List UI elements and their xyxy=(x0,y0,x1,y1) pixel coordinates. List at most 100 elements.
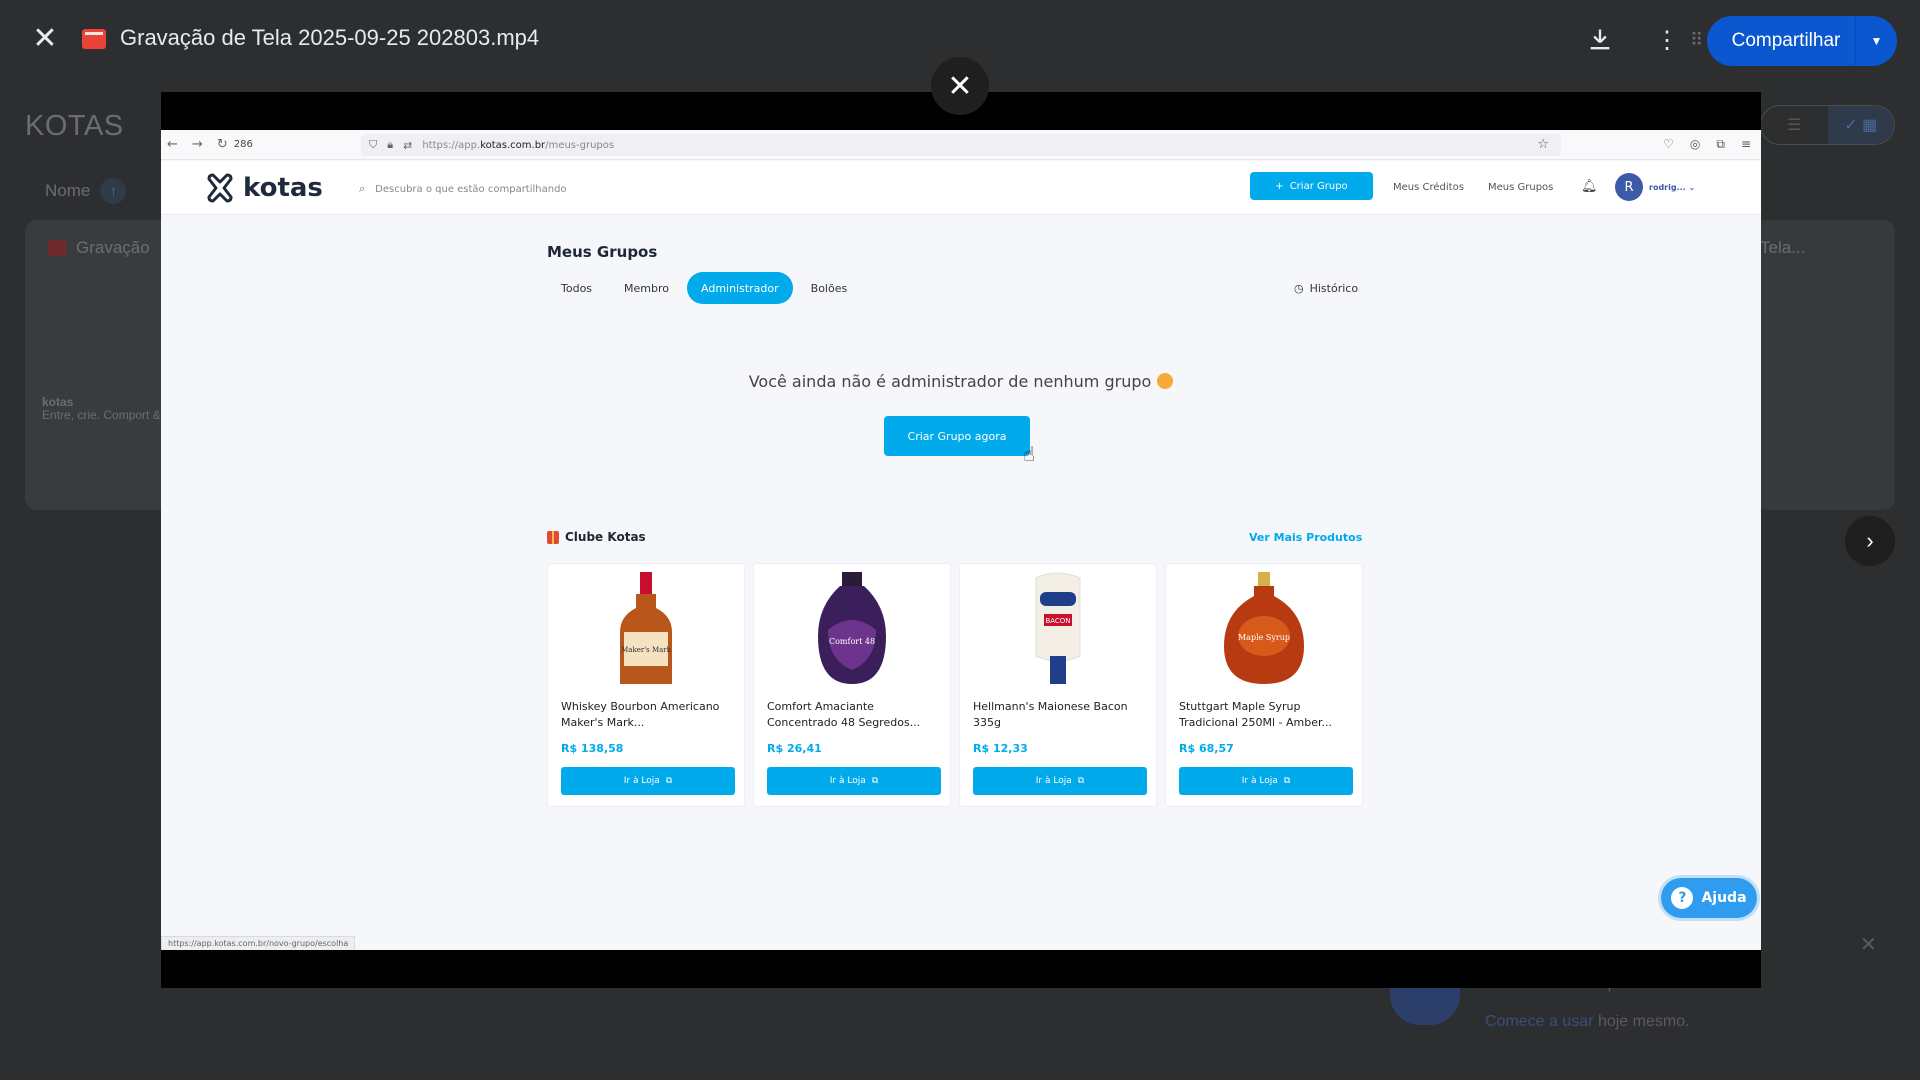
kotas-logo-icon xyxy=(207,173,233,203)
product-card: Maker's Mark Whiskey Bourbon Americano M… xyxy=(547,563,745,807)
video-player[interactable]: ← → ↻ 286 ⛉ 🔒︎ ⇄ https://app.kotas.com.b… xyxy=(161,92,1761,988)
kotas-search: ⌕ Descubra o que estão compartilhando xyxy=(359,182,567,196)
tab-boloes: Bolões xyxy=(810,281,848,295)
empty-state-text: Você ainda não é administrador de nenhum… xyxy=(748,372,1152,391)
shield-icon: ⛉ xyxy=(369,138,378,151)
plus-icon: + xyxy=(1275,180,1284,192)
nav-my-groups: Meus Grupos xyxy=(1488,182,1554,193)
back-icon: ← xyxy=(167,137,178,152)
apps-icon[interactable]: ⠿ xyxy=(1690,30,1704,50)
product-price: R$ 138,58 xyxy=(561,742,624,755)
url-prefix: https://app. xyxy=(422,139,481,151)
close-viewer-icon[interactable]: ✕ xyxy=(30,24,60,54)
empty-state-message: Você ainda não é administrador de nenhum… xyxy=(161,372,1761,391)
download-icon[interactable] xyxy=(1586,26,1614,54)
help-label: Ajuda xyxy=(1701,890,1747,906)
address-bar: ⛉ 🔒︎ ⇄ https://app.kotas.com.br/meus-gru… xyxy=(361,134,1561,156)
more-options-icon[interactable]: ⋮ xyxy=(1655,26,1679,55)
product-image-text: Maple Syrup xyxy=(1238,633,1290,642)
more-products-link: Ver Mais Produtos xyxy=(1249,531,1363,544)
create-group-label: Criar Grupo xyxy=(1289,180,1348,192)
lock-icon: 🔒︎ xyxy=(387,138,394,151)
account-icon: ◎ xyxy=(1689,137,1701,151)
tab-membro: Membro xyxy=(624,281,669,295)
chevron-down-icon[interactable]: ▼ xyxy=(1855,16,1897,66)
tab-administrador: Administrador xyxy=(687,272,793,304)
product-price: R$ 68,57 xyxy=(1179,742,1234,755)
search-placeholder: Descubra o que estão compartilhando xyxy=(375,183,567,195)
reload-icon: ↻ xyxy=(216,137,228,152)
list-view-icon: ☰ xyxy=(1787,117,1802,134)
browser-extensions: ♡ ◎ ⧉ ≡ xyxy=(1663,137,1751,152)
sort-label: Nome xyxy=(45,181,91,200)
product-price: R$ 26,41 xyxy=(767,742,822,755)
status-bar-url: https://app.kotas.com.br/novo-grupo/esco… xyxy=(161,936,356,950)
help-button: ? Ajuda xyxy=(1661,878,1757,918)
url-text: https://app.kotas.com.br/meus-grupos xyxy=(422,140,614,151)
user-menu: rodrig... ⌄ xyxy=(1649,183,1695,192)
video-file-icon xyxy=(82,29,106,49)
product-card: Comfort 48 Comfort Amaciante Concentrado… xyxy=(753,563,951,807)
view-toggle: ☰ ✓ ▦ xyxy=(1760,105,1895,145)
share-button[interactable]: Compartilhar ▼ xyxy=(1707,16,1897,66)
close-preview-icon[interactable]: ✕ xyxy=(931,57,989,115)
avatar: R xyxy=(1615,173,1643,201)
external-link-icon: ⧉ xyxy=(1077,776,1085,786)
product-image-text: BACON xyxy=(1045,617,1070,625)
product-card: Maple Syrup Stuttgart Maple Syrup Tradic… xyxy=(1165,563,1363,807)
go-to-store-button: Ir à Loja ⧉ xyxy=(561,767,735,795)
history-icon: ◷ xyxy=(1294,282,1304,295)
extensions-icon: ⧉ xyxy=(1716,137,1725,151)
pocket-icon: ♡ xyxy=(1663,137,1674,151)
browser-nav: ← → ↻ xyxy=(161,137,228,152)
pointer-cursor-icon: ☝ xyxy=(1023,442,1036,466)
product-card: BACON Hellmann's Maionese Bacon 335g R$ … xyxy=(959,563,1157,807)
bookmark-star-icon: ☆ xyxy=(1537,137,1549,152)
file-title: Gravação de Tela 2025-09-25 202803.mp4 xyxy=(120,25,540,50)
bell-icon: 🔔︎ xyxy=(1581,179,1598,194)
thumb-brand: kotas xyxy=(42,395,74,409)
sad-face-icon xyxy=(1157,373,1174,389)
external-link-icon: ⧉ xyxy=(665,776,673,786)
product-image-hellmanns: BACON xyxy=(1035,572,1081,684)
toast-link: Comece a usar xyxy=(1485,1013,1594,1030)
file-card-title: Gravação xyxy=(48,238,150,258)
history-link: ◷ Histórico xyxy=(1294,282,1358,295)
file-card-right xyxy=(1755,220,1895,510)
video-file-icon xyxy=(48,240,66,256)
create-group-now-button: Criar Grupo agora xyxy=(884,416,1030,456)
external-link-icon: ⧉ xyxy=(871,776,879,786)
product-image-whiskey: Maker's Mark xyxy=(620,572,672,684)
kotas-logo-text: kotas xyxy=(243,173,323,203)
file-card xyxy=(25,220,175,510)
external-link-icon: ⧉ xyxy=(1283,776,1291,786)
drive-folder-title: KOTAS xyxy=(25,110,124,142)
next-file-icon[interactable]: › xyxy=(1845,516,1895,566)
product-image-text: Comfort 48 xyxy=(829,637,875,646)
product-list: Maker's Mark Whiskey Bourbon Americano M… xyxy=(547,563,1363,807)
search-icon: ⌕ xyxy=(359,182,366,195)
go-to-store-button: Ir à Loja ⧉ xyxy=(973,767,1147,795)
menu-icon: ≡ xyxy=(1740,137,1751,151)
file-card-name: Gravação xyxy=(76,238,150,257)
url-domain: kotas.com.br xyxy=(480,139,546,151)
toast-line-2: Comece a usar hoje mesmo. xyxy=(1485,1013,1690,1031)
go-to-store-button: Ir à Loja ⧉ xyxy=(1179,767,1353,795)
gift-icon xyxy=(547,530,559,544)
file-card-right-title: Tela... xyxy=(1760,238,1806,257)
video-frame-screen: ← → ↻ 286 ⛉ 🔒︎ ⇄ https://app.kotas.com.b… xyxy=(161,130,1761,950)
product-price: R$ 12,33 xyxy=(973,742,1028,755)
go-to-store-button: Ir à Loja ⧉ xyxy=(767,767,941,795)
tab-todos: Todos xyxy=(561,281,593,295)
chevron-down-icon: ⌄ xyxy=(1688,183,1696,192)
page-title: Meus Grupos xyxy=(547,243,658,261)
url-path: /meus-grupos xyxy=(545,139,615,151)
product-name: Hellmann's Maionese Bacon 335g xyxy=(973,700,1128,729)
share-label: Compartilhar xyxy=(1731,30,1841,51)
create-group-button: + Criar Grupo xyxy=(1250,172,1373,200)
browser-toolbar: ← → ↻ 286 ⛉ 🔒︎ ⇄ https://app.kotas.com.b… xyxy=(161,130,1761,160)
go-to-store-label: Ir à Loja xyxy=(1035,776,1072,786)
close-icon: ✕ xyxy=(1860,934,1877,956)
product-image-maple: Maple Syrup xyxy=(1224,572,1304,684)
question-icon: ? xyxy=(1671,887,1694,909)
